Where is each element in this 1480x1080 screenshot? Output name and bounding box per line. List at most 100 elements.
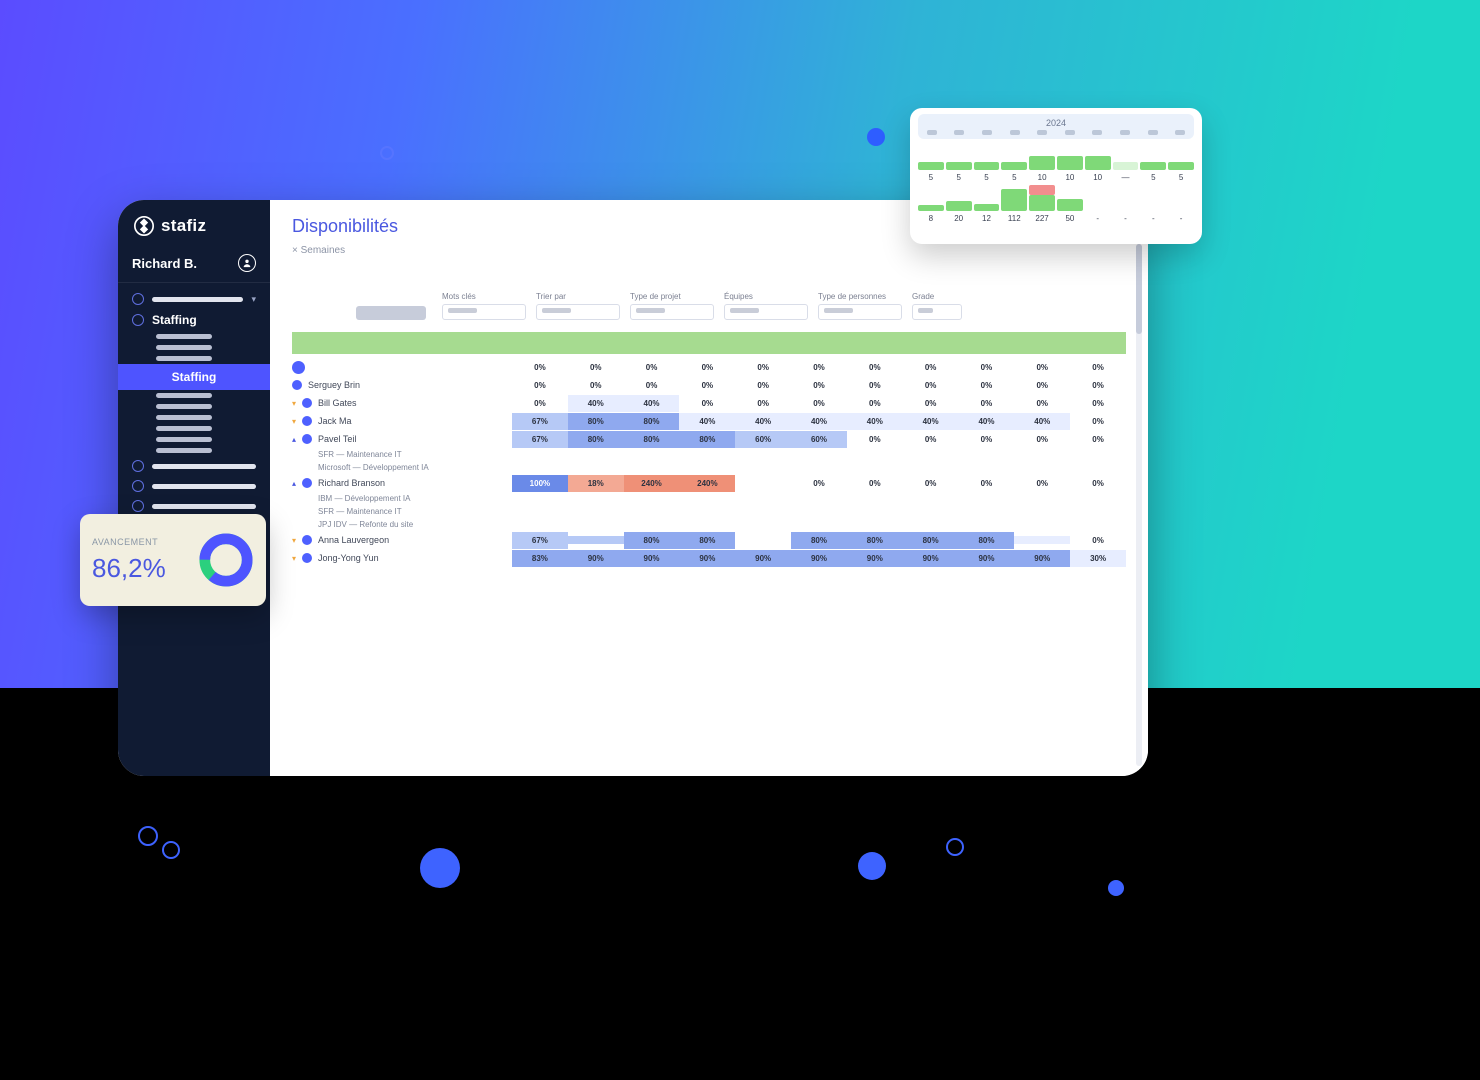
filter-grade[interactable]: Grade	[912, 292, 962, 320]
nav-sub[interactable]	[118, 445, 270, 456]
brand: stafiz	[118, 210, 270, 246]
filter-input[interactable]	[630, 304, 714, 320]
filter-label: Équipes	[724, 292, 808, 301]
cell: 80%	[679, 431, 735, 448]
bar	[918, 205, 944, 211]
person-avatar-icon	[302, 553, 312, 563]
cell: 0%	[735, 395, 791, 412]
table-row[interactable]: ▾Bill Gates 0% 40% 40% 0% 0% 0% 0% 0% 0%…	[292, 394, 1126, 412]
value: —	[1113, 173, 1139, 182]
value: 5	[946, 173, 972, 182]
nav-item[interactable]	[118, 476, 270, 496]
filter-input[interactable]	[536, 304, 620, 320]
cell: 0%	[847, 359, 903, 376]
project-sub-row[interactable]: SFR — Maintenance IT	[292, 505, 1126, 518]
placeholder-text	[918, 308, 933, 313]
nav-sub[interactable]	[118, 423, 270, 434]
table-row[interactable]: ▾Anna Lauvergeon 67% 80% 80% 80% 80% 80%…	[292, 531, 1126, 549]
scrollbar-thumb[interactable]	[1136, 244, 1142, 334]
expand-toggle-icon[interactable]: ▾	[292, 536, 296, 545]
person-avatar-icon	[302, 398, 312, 408]
filter-input[interactable]	[818, 304, 902, 320]
filter-sort[interactable]: Trier par	[536, 292, 620, 320]
person-name: Serguey Brin	[308, 380, 360, 390]
person-name: Pavel Teil	[318, 434, 356, 444]
nav-item[interactable]: ▾	[118, 289, 270, 309]
period-tag-label: Semaines	[301, 245, 345, 256]
cell: 240%	[624, 475, 680, 492]
filter-input[interactable]	[442, 304, 526, 320]
expand-toggle-icon[interactable]: ▾	[292, 554, 296, 563]
cell: 90%	[679, 550, 735, 567]
value: -	[1168, 214, 1194, 223]
table-row[interactable]: Serguey Brin 0% 0% 0% 0% 0% 0% 0% 0% 0% …	[292, 376, 1126, 394]
collapse-toggle-icon[interactable]: ▴	[292, 479, 296, 488]
stacked-bar	[1029, 185, 1055, 211]
nav-sub[interactable]	[118, 434, 270, 445]
person-avatar-icon	[302, 434, 312, 444]
filter-placeholder[interactable]	[356, 306, 426, 320]
project-sub-row[interactable]: JPJ IDV — Refonte du site	[292, 518, 1126, 531]
nav-sub-staffing-active[interactable]: Staffing	[118, 364, 270, 390]
filter-teams[interactable]: Équipes	[724, 292, 808, 320]
value: 5	[1168, 173, 1194, 182]
month-tick	[982, 130, 992, 135]
table-row[interactable]: ▾Jong-Yong Yun 83% 90% 90% 90% 90% 90% 9…	[292, 549, 1126, 567]
filter-input[interactable]	[724, 304, 808, 320]
bar	[974, 162, 1000, 170]
nav-placeholder	[156, 426, 212, 431]
nav-item[interactable]	[118, 496, 270, 516]
header-bar	[292, 332, 1126, 354]
user-row[interactable]: Richard B.	[118, 246, 270, 283]
nav-placeholder	[156, 393, 212, 398]
period-tag[interactable]: × Semaines	[270, 243, 1148, 264]
donut-chart-icon	[198, 532, 254, 588]
filter-keywords[interactable]: Mots clés	[442, 292, 526, 320]
cell: 0%	[903, 359, 959, 376]
value: 5	[974, 173, 1000, 182]
cell: 0%	[1070, 532, 1126, 549]
nav-sub[interactable]	[118, 331, 270, 342]
expand-toggle-icon[interactable]: ▾	[292, 399, 296, 408]
table-row[interactable]: 0% 0% 0% 0% 0% 0% 0% 0% 0% 0% 0%	[292, 358, 1126, 376]
value: -	[1085, 214, 1111, 223]
nav-sub[interactable]	[118, 390, 270, 401]
nav-sub[interactable]	[118, 401, 270, 412]
filter-input[interactable]	[912, 304, 962, 320]
nav-bullet-icon	[132, 480, 144, 492]
cell: 0%	[903, 431, 959, 448]
cell: 18%	[568, 475, 624, 492]
nav-sub[interactable]	[118, 412, 270, 423]
scrollbar[interactable]	[1136, 244, 1142, 766]
project-sub-row[interactable]: IBM — Développement IA	[292, 492, 1126, 505]
nav-sub-label: Staffing	[172, 370, 217, 384]
collapse-toggle-icon[interactable]: ▴	[292, 435, 296, 444]
filter-project-type[interactable]: Type de projet	[630, 292, 714, 320]
table-row[interactable]: ▴Richard Branson 100% 18% 240% 240% 0% 0…	[292, 474, 1126, 492]
cell: 0%	[1070, 395, 1126, 412]
cell: 0%	[903, 475, 959, 492]
value: 20	[946, 214, 972, 223]
cell: 80%	[568, 413, 624, 430]
project-sub-row[interactable]: SFR — Maintenance IT	[292, 448, 1126, 461]
cell: 40%	[624, 395, 680, 412]
table-row[interactable]: ▾Jack Ma 67% 80% 80% 40% 40% 40% 40% 40%…	[292, 412, 1126, 430]
value: 10	[1029, 173, 1055, 182]
nav-sub[interactable]	[118, 342, 270, 353]
cell: 90%	[624, 550, 680, 567]
filter-person-type[interactable]: Type de personnes	[818, 292, 902, 320]
table-row[interactable]: ▴Pavel Teil 67% 80% 80% 80% 60% 60% 0% 0…	[292, 430, 1126, 448]
project-sub-row[interactable]: Microsoft — Développement IA	[292, 461, 1126, 474]
bar-over	[1029, 185, 1055, 195]
cell: 0%	[847, 395, 903, 412]
placeholder-text	[542, 308, 571, 313]
placeholder-text	[448, 308, 477, 313]
bar	[1140, 162, 1166, 170]
expand-toggle-icon[interactable]: ▾	[292, 417, 296, 426]
nav-item-staffing[interactable]: Staffing	[118, 309, 270, 331]
nav-item[interactable]	[118, 456, 270, 476]
nav-sub[interactable]	[118, 353, 270, 364]
cell: 0%	[959, 359, 1015, 376]
cell: 0%	[512, 359, 568, 376]
bar	[946, 201, 972, 211]
